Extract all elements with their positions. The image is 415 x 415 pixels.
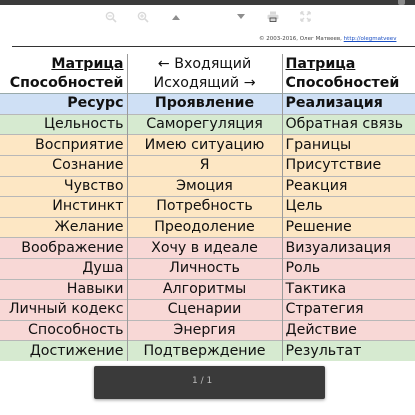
header-row-2: Способностей Исходящий → Способностей [0, 73, 415, 94]
matrix-row: Достижение Подтверждение Результат [0, 340, 415, 361]
zoom-out-icon[interactable] [101, 0, 121, 33]
header-left-subtitle: Способностей [9, 75, 124, 92]
cell-manifestation: Я [126, 154, 282, 177]
category-manifestation: Проявление [126, 93, 282, 115]
cell-realization: Присутствие [281, 154, 415, 177]
fullscreen-icon[interactable] [295, 0, 315, 33]
cell-resource: Чувство [0, 175, 127, 197]
cell-manifestation: Имею ситуацию [126, 134, 282, 156]
matrix-row: Желание Преодоление Решение [0, 216, 415, 238]
cell-resource: Способность [0, 319, 127, 341]
header-rule [12, 46, 415, 47]
capabilities-matrix: Матрица ← Входящий Патрица Способностей … [0, 54, 415, 361]
copyright-text: © 2003-2016, Олег Матвеев, [259, 36, 342, 42]
matrix-row: Способность Энергия Действие [0, 319, 415, 341]
header-left-title: Матрица [51, 55, 124, 72]
cell-manifestation: Преодоление [126, 216, 282, 238]
cell-realization: Тактика [281, 278, 415, 300]
matrix-row: Цельность Саморегуляция Обратная связь [0, 113, 415, 135]
cell-realization: Стратегия [281, 299, 415, 321]
cell-realization: Реакция [281, 175, 415, 197]
header-mid-incoming: ← Входящий [126, 54, 282, 74]
print-icon[interactable] [263, 0, 283, 33]
arrow-up-icon[interactable] [167, 0, 185, 33]
copyright-link[interactable]: http://olegmatveev [344, 36, 397, 42]
cell-resource: Восприятие [0, 134, 127, 156]
category-row: Ресурс Проявление Реализация [0, 93, 415, 115]
header-right-title: Патрица [281, 54, 415, 74]
matrix-row: Инстинкт Потребность Цель [0, 196, 415, 218]
cell-realization: Цель [281, 196, 415, 218]
matrix-row: Душа Личность Роль [0, 257, 415, 280]
viewer-top-bar [0, 0, 415, 5]
category-realization: Реализация [281, 93, 415, 115]
cell-realization: Границы [281, 134, 415, 156]
scroll-nub[interactable] [398, 0, 405, 5]
copyright-line: © 2003-2016, Олег Матвеев, http://olegma… [259, 36, 415, 42]
matrix-row: Чувство Эмоция Реакция [0, 175, 415, 197]
header-right-subtitle: Способностей [281, 73, 415, 94]
cell-manifestation: Личность [126, 257, 282, 280]
cell-manifestation: Алгоритмы [126, 278, 282, 300]
cell-resource: Желание [0, 216, 127, 238]
cell-resource: Цельность [0, 113, 127, 135]
zoom-in-icon[interactable] [133, 0, 153, 33]
page-indicator: 1 / 1 [192, 376, 213, 386]
cell-resource: Личный кодекс [0, 299, 127, 321]
arrow-down-icon[interactable] [232, 0, 250, 33]
cell-realization: Визуализация [281, 237, 415, 259]
cell-manifestation: Саморегуляция [126, 113, 282, 135]
cell-resource: Инстинкт [0, 196, 127, 218]
cell-resource: Воображение [0, 237, 127, 259]
matrix-row: Навыки Алгоритмы Тактика [0, 278, 415, 300]
cell-resource: Навыки [0, 278, 127, 300]
cell-realization: Решение [281, 216, 415, 238]
cell-manifestation: Подтверждение [126, 340, 282, 361]
cell-manifestation: Потребность [126, 196, 282, 218]
matrix-row: Личный кодекс Сценарии Стратегия [0, 299, 415, 321]
cell-realization: Роль [281, 257, 415, 280]
header-mid-outgoing: Исходящий → [126, 73, 282, 94]
cell-realization: Действие [281, 319, 415, 341]
category-resource: Ресурс [0, 93, 127, 115]
matrix-row: Воображение Хочу в идеале Визуализация [0, 237, 415, 259]
cell-resource: Душа [0, 257, 127, 280]
cell-manifestation: Энергия [126, 319, 282, 341]
cell-resource: Достижение [0, 340, 127, 361]
header-row-1: Матрица ← Входящий Патрица [0, 54, 415, 74]
cell-manifestation: Хочу в идеале [126, 237, 282, 259]
cell-resource: Сознание [0, 154, 127, 177]
cell-realization: Результат [281, 340, 415, 361]
cell-realization: Обратная связь [281, 113, 415, 135]
matrix-row: Сознание Я Присутствие [0, 154, 415, 177]
matrix-row: Восприятие Имею ситуацию Границы [0, 134, 415, 156]
cell-manifestation: Эмоция [126, 175, 282, 197]
cell-manifestation: Сценарии [126, 299, 282, 321]
